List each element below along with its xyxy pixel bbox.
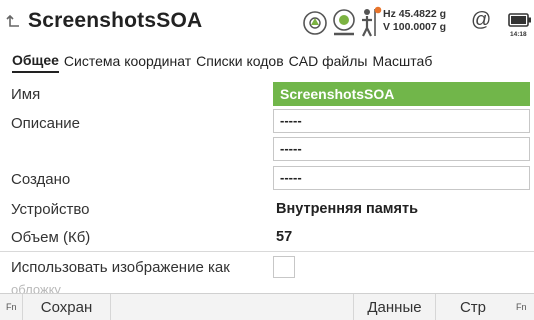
tab-general[interactable]: Общее [12, 49, 59, 73]
fn-left-key[interactable]: Fn [6, 302, 17, 312]
created-label: Создано [11, 171, 71, 188]
back-icon[interactable] [6, 12, 22, 32]
target-icon[interactable] [302, 10, 328, 41]
title-bar: ScreenshotsSOA Hz 45.4822 g V 100.0007 g… [0, 0, 534, 46]
page-title: ScreenshotsSOA [28, 9, 203, 32]
angle-readout: Hz 45.4822 g V 100.0007 g [383, 8, 446, 34]
page-button[interactable]: Стр [435, 294, 510, 320]
data-button[interactable]: Данные [353, 294, 435, 320]
description-label: Описание [11, 115, 81, 132]
size-value: 57 [276, 229, 293, 245]
name-field[interactable]: ScreenshotsSOA [273, 82, 530, 106]
v-value: V 100.0007 g [383, 21, 447, 33]
at-icon[interactable]: @ [471, 9, 491, 32]
device-value: Внутренняя память [276, 201, 418, 217]
device-label: Устройство [11, 201, 90, 218]
clock-text: 14:18 [510, 31, 527, 38]
created-field[interactable]: ----- [273, 166, 530, 190]
person-antenna-icon[interactable] [356, 6, 382, 43]
tab-cad-files[interactable]: CAD файлы [289, 50, 368, 72]
tab-bar: Общее Система координат Списки кодов CAD… [0, 48, 534, 74]
name-label: Имя [11, 86, 41, 103]
empty-softkey-1[interactable] [110, 294, 353, 320]
hz-value: Hz 45.4822 g [383, 8, 447, 20]
tab-code-lists[interactable]: Списки кодов [196, 50, 284, 72]
save-button[interactable]: Сохран [22, 294, 110, 320]
tab-scale[interactable]: Масштаб [372, 50, 432, 72]
cover-label: Использовать изображение как [11, 259, 230, 276]
size-label: Объем (Кб) [11, 229, 91, 246]
battery-icon [508, 12, 532, 33]
description-field-1[interactable]: ----- [273, 109, 530, 133]
fn-right-key[interactable]: Fn [516, 302, 527, 312]
level-icon[interactable] [331, 8, 357, 43]
cover-checkbox[interactable] [273, 256, 295, 278]
divider [0, 251, 534, 252]
description-field-2[interactable]: ----- [273, 137, 530, 161]
softkey-bar: Fn Сохран Данные Стр Fn [0, 293, 534, 320]
tab-coordinate-system[interactable]: Система координат [64, 50, 191, 72]
